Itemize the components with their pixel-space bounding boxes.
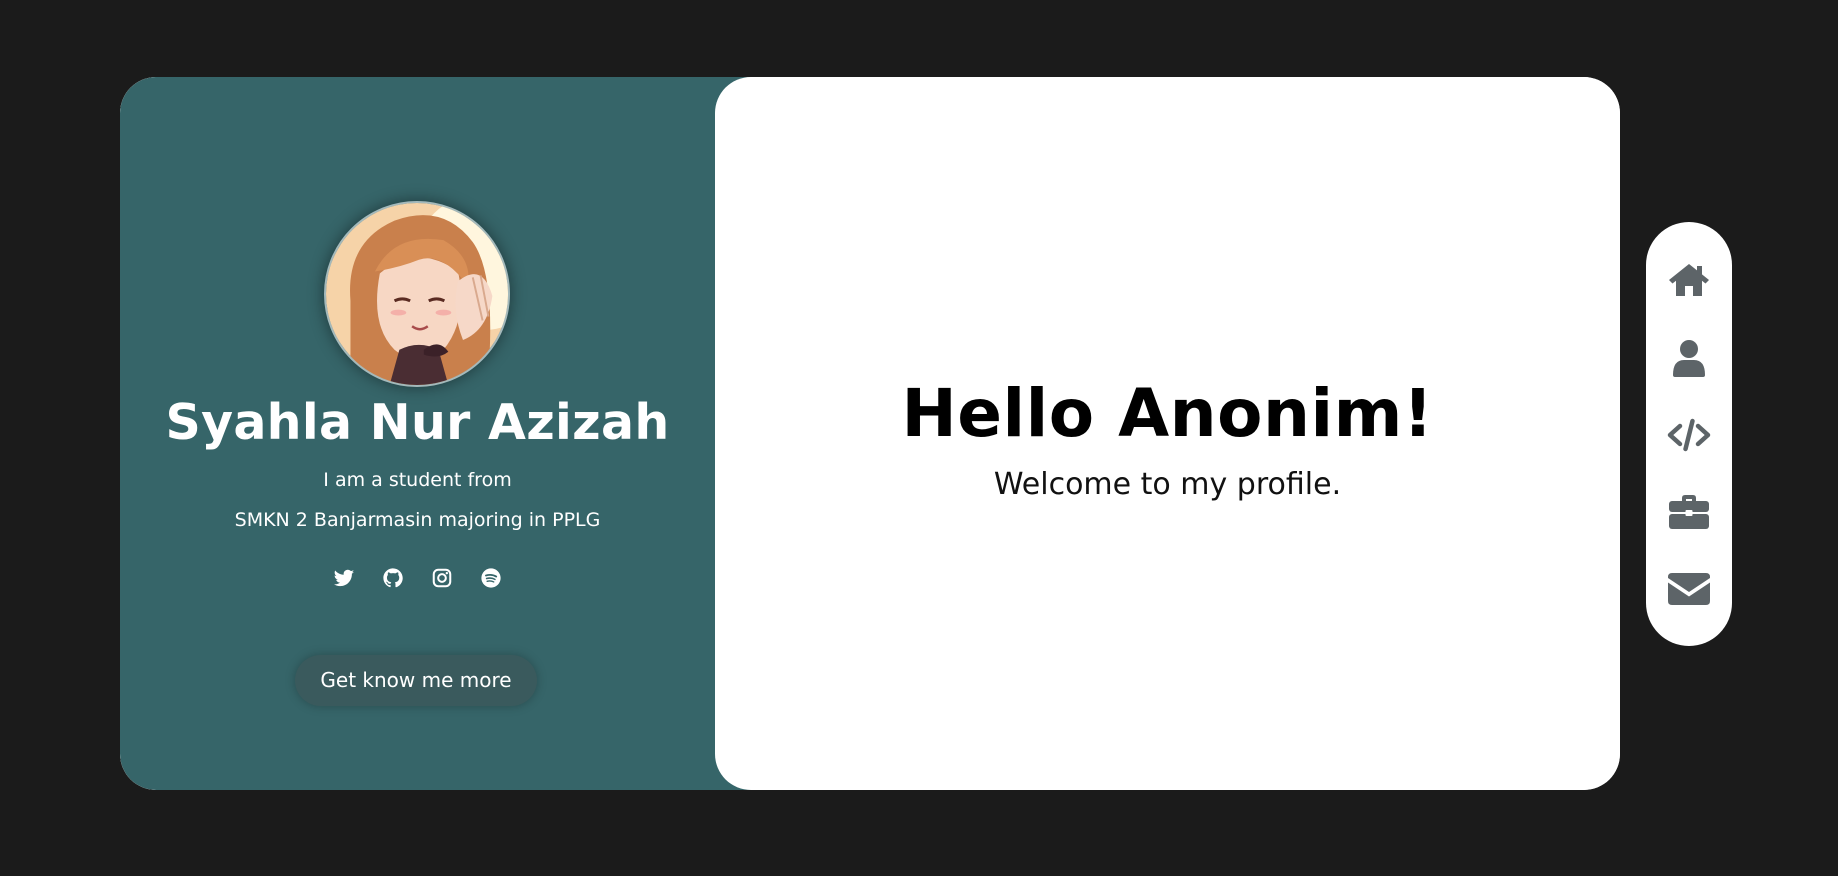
avatar-illustration <box>326 203 508 385</box>
instagram-icon[interactable] <box>430 566 454 590</box>
welcome-text: Welcome to my profile. <box>993 467 1342 502</box>
social-links <box>120 566 715 590</box>
profile-card: Syahla Nur Azizah I am a student from SM… <box>120 77 1620 790</box>
github-icon[interactable] <box>381 566 405 590</box>
bio-line: I am a student from <box>323 469 512 491</box>
code-icon[interactable] <box>1666 412 1712 458</box>
spotify-icon[interactable] <box>479 566 503 590</box>
avatar <box>324 201 510 387</box>
get-know-me-more-button[interactable]: Get know me more <box>295 655 537 706</box>
user-icon[interactable] <box>1666 335 1712 381</box>
greeting-heading: Hello Anonim! <box>901 375 1434 452</box>
envelope-icon[interactable] <box>1666 565 1712 611</box>
home-icon[interactable] <box>1666 257 1712 303</box>
twitter-icon[interactable] <box>332 566 356 590</box>
side-navigation <box>1646 222 1732 646</box>
profile-name: Syahla Nur Azizah <box>165 394 670 451</box>
briefcase-icon[interactable] <box>1666 489 1712 535</box>
welcome-panel: Hello Anonim! Welcome to my profile. <box>715 77 1620 790</box>
bio-line: SMKN 2 Banjarmasin majoring in PPLG <box>234 509 601 531</box>
profile-sidebar: Syahla Nur Azizah I am a student from SM… <box>120 77 776 790</box>
